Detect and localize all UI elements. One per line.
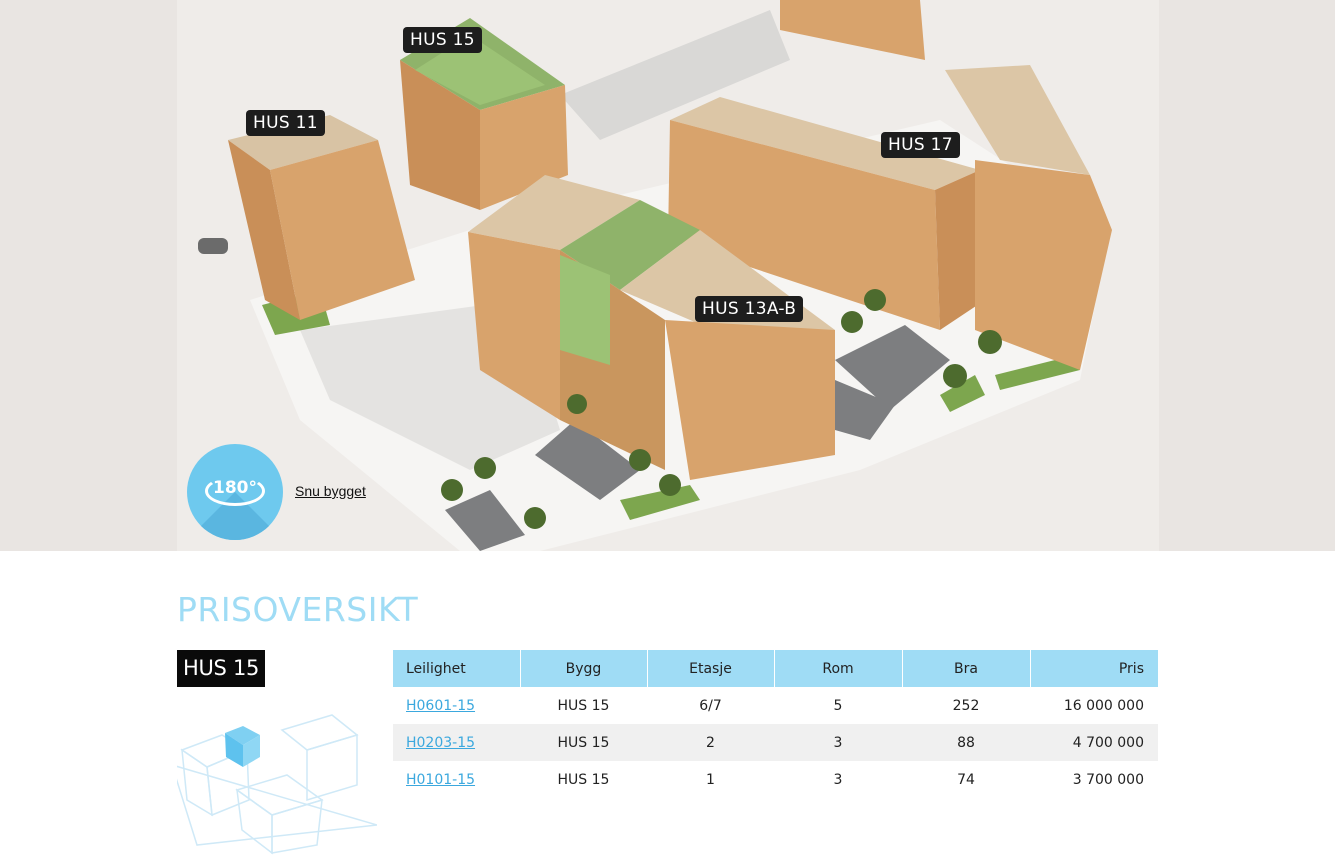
unit-link[interactable]: H0601-15 (406, 698, 475, 714)
house-location-thumbnail (177, 714, 377, 855)
price-cell: 4 700 000 (1030, 724, 1158, 761)
building-label-hus-15[interactable]: HUS 15 (403, 27, 482, 53)
floor-cell: 1 (706, 771, 715, 788)
building-cell: HUS 15 (520, 724, 647, 761)
column-header-rooms[interactable]: Rom (773, 650, 902, 687)
price-table-header: Leilighet Bygg Etasje Rom Bra Pris (393, 650, 1158, 687)
price-cell: 3 700 000 (1072, 771, 1144, 788)
unit-cell: H0203-15 (393, 724, 520, 761)
column-header-unit[interactable]: Leilighet (393, 650, 520, 687)
price-overview-title: PRISOVERSIKT (177, 590, 419, 629)
area-cell: 74 (957, 771, 975, 788)
unit-cell: H0101-15 (393, 761, 520, 798)
table-row: H0101-15 HUS 15 1 3 74 3 700 000 (393, 761, 1158, 798)
area-cell: 252 (952, 697, 980, 714)
site-plan-view: HUS 15 HUS 11 HUS 17 HUS 13A-B 180° Snu … (0, 0, 1335, 551)
column-header-area[interactable]: Bra (901, 650, 1030, 687)
rooms-cell: 3 (774, 724, 902, 761)
price-table: Leilighet Bygg Etasje Rom Bra Pris H0601… (393, 650, 1158, 798)
column-header-price[interactable]: Pris (1029, 650, 1158, 687)
rotate-180-badge: 180° (213, 478, 257, 498)
rotate-180-button[interactable]: 180° (187, 444, 283, 540)
unit-cell: H0601-15 (393, 687, 520, 724)
column-header-floor[interactable]: Etasje (646, 650, 774, 687)
column-header-building[interactable]: Bygg (519, 650, 647, 687)
building-label-hus-13a-b[interactable]: HUS 13A-B (695, 296, 804, 322)
unit-link[interactable]: H0203-15 (406, 735, 475, 751)
floor-cell: 6/7 (699, 697, 722, 714)
table-row: H0203-15 HUS 15 2 3 88 4 700 000 (393, 724, 1158, 761)
building-cell: HUS 15 (557, 771, 610, 788)
building-label-hus-17[interactable]: HUS 17 (881, 132, 960, 158)
floor-cell: 2 (647, 724, 774, 761)
table-row: H0601-15 HUS 15 6/7 5 252 16 000 000 (393, 687, 1158, 724)
price-cell: 16 000 000 (1063, 697, 1144, 714)
rooms-cell: 3 (833, 771, 843, 788)
area-cell: 88 (902, 724, 1030, 761)
rooms-cell: 5 (833, 697, 843, 714)
building-cell: HUS 15 (557, 697, 610, 714)
unit-link[interactable]: H0101-15 (406, 772, 475, 788)
selected-house-tag: HUS 15 (177, 650, 266, 687)
rotate-building-link[interactable]: Snu bygget (295, 483, 366, 499)
building-label-hus-11[interactable]: HUS 11 (246, 110, 325, 136)
